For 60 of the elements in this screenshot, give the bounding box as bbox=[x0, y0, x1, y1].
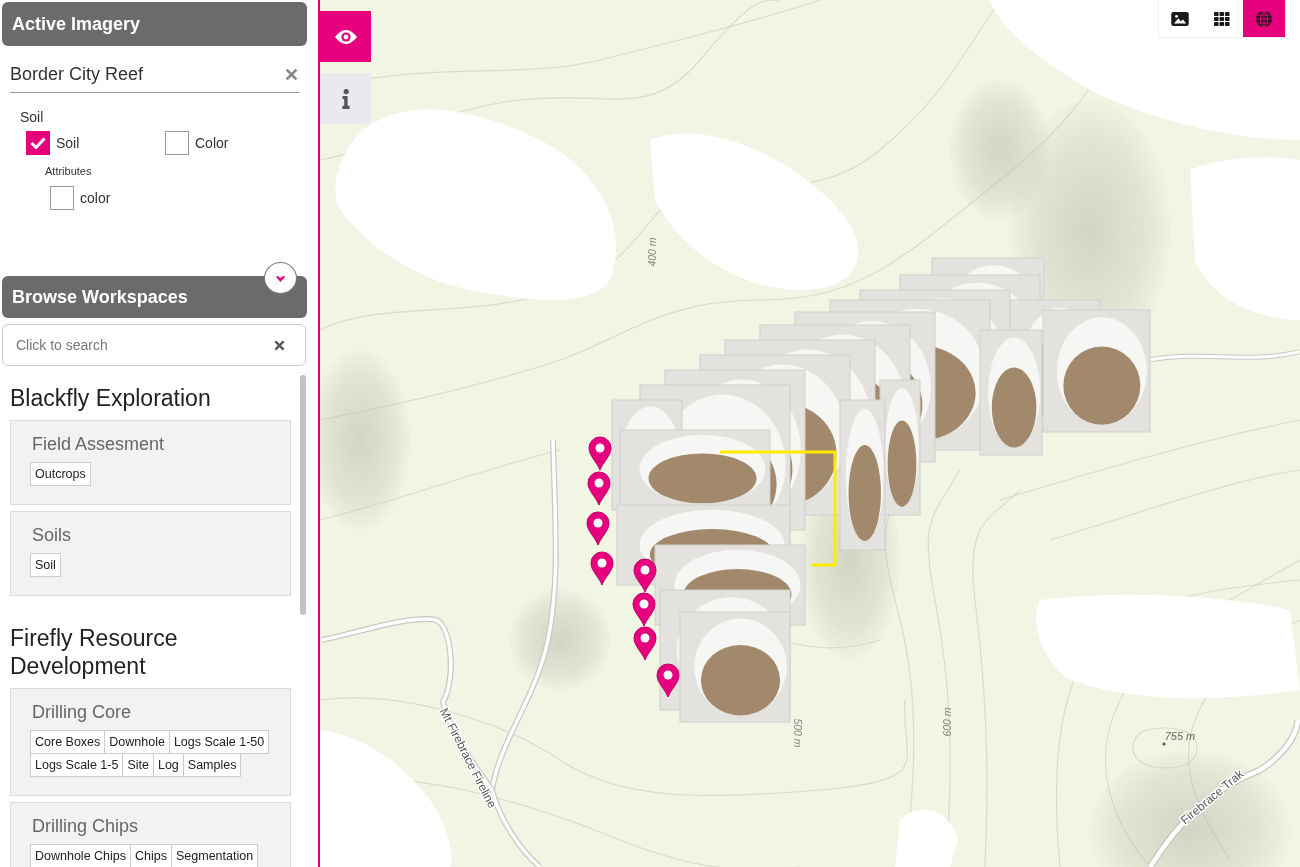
layer-tag[interactable]: Samples bbox=[182, 753, 242, 777]
checkbox[interactable] bbox=[165, 131, 189, 155]
site-title: Border City Reef bbox=[10, 63, 144, 85]
map-pin-icon[interactable] bbox=[587, 471, 611, 506]
layer-tag[interactable]: Logs Scale 1-50 bbox=[168, 730, 270, 754]
checkbox[interactable] bbox=[26, 131, 50, 155]
scrollbar-thumb[interactable] bbox=[300, 375, 306, 615]
map-pin-icon[interactable] bbox=[588, 436, 612, 471]
checkbox[interactable] bbox=[50, 186, 74, 210]
workspace-title[interactable]: Soils bbox=[32, 523, 71, 547]
contour-label: 600 m bbox=[941, 707, 953, 737]
spot-height-icon bbox=[1162, 742, 1166, 746]
clear-search-button[interactable] bbox=[274, 340, 285, 351]
map-pin-icon[interactable] bbox=[586, 511, 610, 546]
attributes-label: Attributes bbox=[45, 164, 92, 178]
search-field[interactable]: Click to search bbox=[2, 324, 306, 366]
check-icon bbox=[30, 137, 46, 149]
clearing-area bbox=[895, 809, 958, 867]
layer-tag[interactable]: Core Boxes bbox=[30, 730, 106, 754]
map-pin-icon[interactable] bbox=[632, 592, 656, 627]
close-icon bbox=[274, 340, 285, 351]
layer-tag[interactable]: Soil bbox=[30, 553, 61, 577]
layer-tag[interactable]: Downhole Chips bbox=[30, 844, 132, 867]
grid-icon bbox=[1214, 11, 1230, 26]
checkbox-label: Color bbox=[195, 135, 229, 151]
layer-tag[interactable]: Chips bbox=[130, 844, 172, 867]
globe-icon bbox=[1256, 10, 1272, 27]
caret-down-icon bbox=[276, 276, 285, 282]
panel-header: Active Imagery bbox=[2, 2, 307, 46]
contour-label: 400 m bbox=[646, 237, 658, 267]
group-label: Soil bbox=[20, 108, 44, 126]
contour-label: 500 m bbox=[792, 718, 804, 748]
map-pin-icon[interactable] bbox=[590, 551, 614, 586]
info-button[interactable] bbox=[320, 73, 371, 124]
info-icon bbox=[341, 88, 350, 109]
image-icon bbox=[1171, 11, 1189, 26]
organization-heading: Blackfly Exploration bbox=[10, 384, 211, 412]
checkbox-label: Soil bbox=[56, 135, 80, 151]
map-pin-icon[interactable] bbox=[656, 663, 680, 698]
layer-tag[interactable]: Site bbox=[122, 753, 154, 777]
workspace-title[interactable]: Field Assesment bbox=[32, 432, 165, 456]
layer-tag[interactable]: Downhole bbox=[104, 730, 170, 754]
layer-tag[interactable]: Segmentation bbox=[171, 844, 259, 867]
elevation-label: 755 m bbox=[1164, 730, 1196, 742]
layer-tag[interactable]: Logs Scale 1-5 bbox=[30, 753, 124, 777]
eye-icon bbox=[334, 29, 357, 44]
checkbox-label: color bbox=[80, 190, 111, 206]
globe-button[interactable] bbox=[1243, 0, 1285, 37]
collapse-button[interactable] bbox=[264, 262, 297, 294]
workspace-title[interactable]: Drilling Core bbox=[32, 700, 132, 724]
panel-header: Browse Workspaces bbox=[2, 276, 307, 318]
map-pin-icon[interactable] bbox=[633, 558, 657, 593]
visibility-button[interactable] bbox=[320, 11, 371, 62]
layer-tag[interactable]: Outcrops bbox=[30, 462, 91, 486]
layer-tag[interactable]: Log bbox=[152, 753, 184, 777]
map-pin-icon[interactable] bbox=[633, 626, 657, 661]
workspace-title[interactable]: Drilling Chips bbox=[32, 814, 139, 838]
close-button[interactable] bbox=[285, 67, 298, 81]
organization-heading: Firefly Resource Development bbox=[10, 624, 179, 680]
close-icon bbox=[285, 67, 298, 81]
